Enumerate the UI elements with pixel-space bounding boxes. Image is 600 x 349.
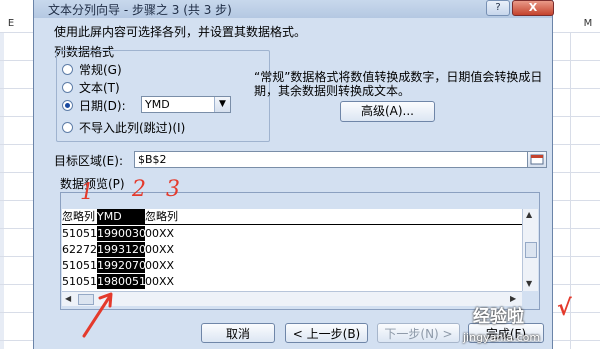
preview-cell: 510512	[62, 275, 97, 288]
preview-cell-selected: 19920706	[97, 258, 145, 273]
annotation-number-2: 2	[132, 177, 146, 202]
preview-cell: 00XX	[145, 275, 175, 288]
preview-cell: 00XX	[145, 243, 175, 256]
preview-header-cell-selected[interactable]: YMD	[97, 209, 145, 224]
radio-date[interactable]: 日期(D):	[62, 97, 126, 113]
radio-button[interactable]	[62, 63, 73, 75]
close-button[interactable]: X	[512, 0, 554, 16]
scroll-left-icon[interactable]: ◀	[65, 294, 71, 303]
preview-row: 622721 19931204 00XX	[62, 242, 522, 257]
radio-general[interactable]: 常规(G)	[62, 61, 122, 77]
preview-header-row: 忽略列 YMD 忽略列	[62, 209, 522, 225]
data-preview-grid[interactable]: 忽略列 YMD 忽略列 510512 19900306 00XX 622721 …	[62, 209, 522, 291]
preview-row: 510512 19800515 00XX	[62, 274, 522, 289]
preview-header-cell[interactable]: 忽略列	[145, 209, 265, 224]
watermark-url: jingyanla.com	[463, 331, 541, 344]
preview-cell: 00XX	[145, 259, 175, 272]
preview-cell-selected: 19900306	[97, 226, 145, 241]
radio-button[interactable]	[62, 121, 73, 133]
intro-text: 使用此屏内容可选择各列，并设置其数据格式。	[54, 25, 307, 39]
radio-button[interactable]	[62, 81, 73, 93]
radio-text[interactable]: 文本(T)	[62, 79, 120, 95]
dialog-titlebar[interactable]: 文本分列向导 - 步骤之 3 (共 3 步) ? X	[34, 0, 554, 18]
chevron-down-icon[interactable]: ▼	[214, 97, 230, 112]
preview-cell: 510512	[62, 227, 97, 240]
column-header-e[interactable]: E	[2, 18, 20, 32]
preview-cell-selected: 19931204	[97, 242, 145, 257]
back-button[interactable]: < 上一步(B)	[285, 323, 368, 343]
radio-button-selected[interactable]	[62, 99, 73, 111]
scroll-up-icon[interactable]: ▲	[526, 210, 532, 219]
preview-header-cell[interactable]: 忽略列	[62, 209, 97, 224]
annotation-arrow-icon	[82, 292, 113, 338]
format-description: “常规”数据格式将数值转换成数字，日期值会转换成日期，其余数据则转换成文本。	[254, 70, 543, 98]
radio-text-label: 文本(T)	[79, 80, 120, 95]
column-header-m[interactable]: M	[579, 18, 597, 32]
preview-row: 510512 19920706 00XX	[62, 258, 522, 273]
annotation-number-1: 1	[80, 180, 94, 205]
preview-cell: 510512	[62, 259, 97, 272]
help-button[interactable]: ?	[486, 0, 510, 16]
scroll-thumb[interactable]	[525, 242, 537, 258]
annotation-number-3: 3	[166, 177, 180, 202]
advanced-button[interactable]: 高级(A)...	[340, 101, 435, 122]
radio-skip-label: 不导入此列(跳过)(I)	[79, 120, 186, 135]
watermark-check-icon: √	[557, 296, 572, 321]
preview-cell: 00XX	[145, 227, 175, 240]
date-format-select[interactable]: YMD ▼	[141, 96, 231, 113]
preview-cell-selected: 19800515	[97, 274, 145, 289]
radio-date-label: 日期(D):	[79, 98, 126, 113]
preview-row: 510512 19900306 00XX	[62, 226, 522, 241]
watermark-logo: 经验啦	[473, 307, 524, 327]
cancel-button[interactable]: 取消	[201, 323, 275, 343]
next-button[interactable]: 下一步(N) >	[377, 323, 460, 343]
preview-vertical-scrollbar[interactable]: ▲ ▼	[522, 209, 538, 291]
target-range-input[interactable]: $B$2	[134, 151, 530, 168]
collapse-dialog-icon	[530, 154, 544, 165]
scroll-down-icon[interactable]: ▼	[526, 279, 532, 288]
target-range-label: 目标区域(E):	[54, 154, 123, 168]
preview-cell: 622721	[62, 243, 97, 256]
row-header-strip	[0, 32, 4, 349]
range-collapse-button[interactable]	[527, 151, 547, 168]
radio-skip[interactable]: 不导入此列(跳过)(I)	[62, 119, 185, 135]
dialog-title: 文本分列向导 - 步骤之 3 (共 3 步)	[48, 3, 232, 17]
radio-general-label: 常规(G)	[79, 62, 122, 77]
preview-horizontal-scrollbar[interactable]: ◀ ▶	[62, 291, 522, 306]
date-format-value: YMD	[145, 98, 170, 111]
target-range-value: $B$2	[138, 153, 167, 166]
